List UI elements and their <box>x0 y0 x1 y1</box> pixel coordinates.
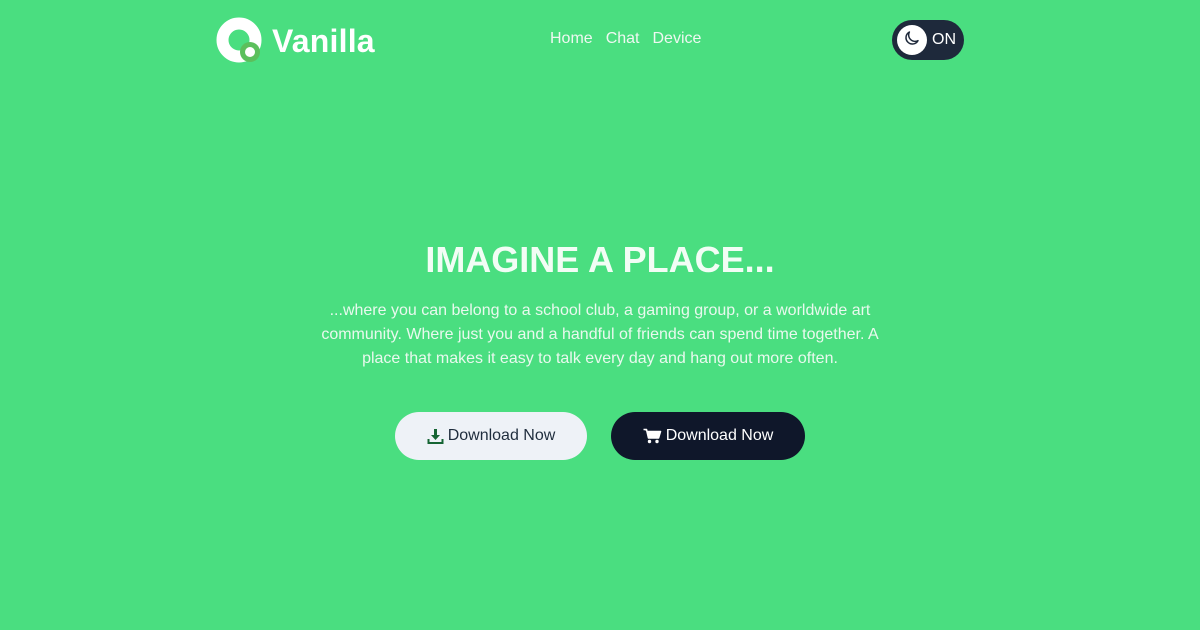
hero-description: ...where you can belong to a school club… <box>321 302 879 367</box>
main-nav: Home Chat Device <box>550 29 701 49</box>
cart-icon <box>643 428 662 444</box>
buy-button-label: Download Now <box>665 427 774 444</box>
buy-button[interactable]: Download Now <box>611 412 805 460</box>
brand-name: Vanilla <box>272 23 375 59</box>
moon-icon <box>903 29 921 52</box>
vanilla-logo-icon <box>216 17 264 65</box>
brand-logo[interactable]: Vanilla <box>216 17 375 65</box>
theme-toggle[interactable]: ON <box>892 20 964 60</box>
download-icon <box>427 428 444 444</box>
landing-page: Vanilla Home Chat Device ON IMAGINE A PL… <box>0 0 1200 630</box>
toggle-knob <box>897 25 927 55</box>
nav-item-chat[interactable]: Chat <box>606 29 640 49</box>
download-button[interactable]: Download Now <box>395 412 587 460</box>
hero-title: IMAGINE A PLACE... <box>425 239 775 280</box>
nav-item-home[interactable]: Home <box>550 29 593 49</box>
download-button-label: Download Now <box>447 427 556 444</box>
nav-item-device[interactable]: Device <box>652 29 701 49</box>
toggle-label: ON <box>932 31 956 48</box>
